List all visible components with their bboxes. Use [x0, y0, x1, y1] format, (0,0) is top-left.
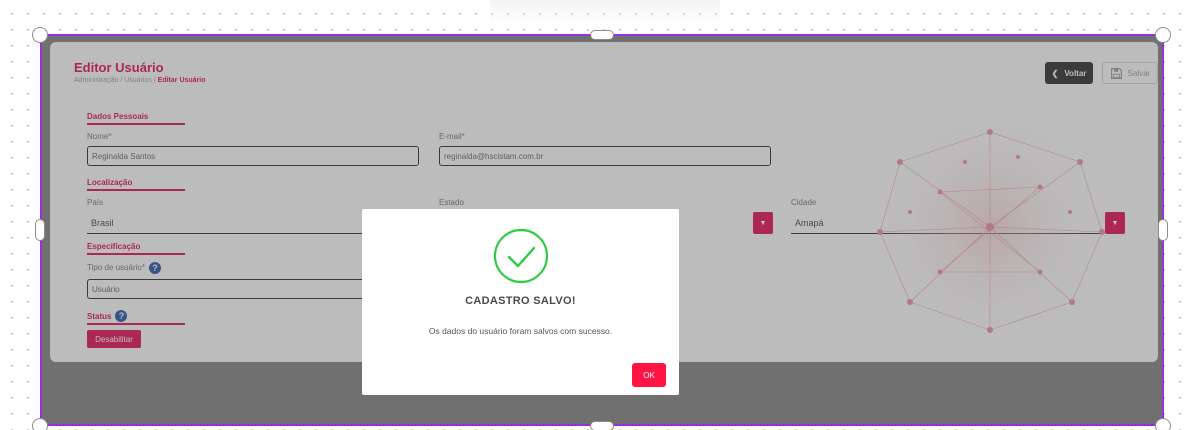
ok-button[interactable]: OK — [632, 363, 666, 387]
modal-title: CADASTRO SALVO! — [465, 295, 576, 307]
modal-message: Os dados do usuário foram salvos com suc… — [428, 326, 613, 336]
top-fade — [490, 0, 720, 26]
resize-handle-top-right[interactable] — [1155, 27, 1171, 43]
resize-handle-right[interactable] — [1158, 219, 1168, 241]
check-circle-icon — [493, 228, 549, 284]
resize-handle-top-left[interactable] — [32, 27, 48, 43]
resize-handle-bottom[interactable] — [590, 421, 614, 430]
success-modal: CADASTRO SALVO! Os dados do usuário fora… — [362, 209, 679, 395]
resize-handle-bottom-right[interactable] — [1155, 418, 1171, 430]
resize-handle-left[interactable] — [35, 219, 45, 241]
resize-handle-bottom-left[interactable] — [32, 418, 48, 430]
resize-handle-top[interactable] — [590, 30, 614, 40]
